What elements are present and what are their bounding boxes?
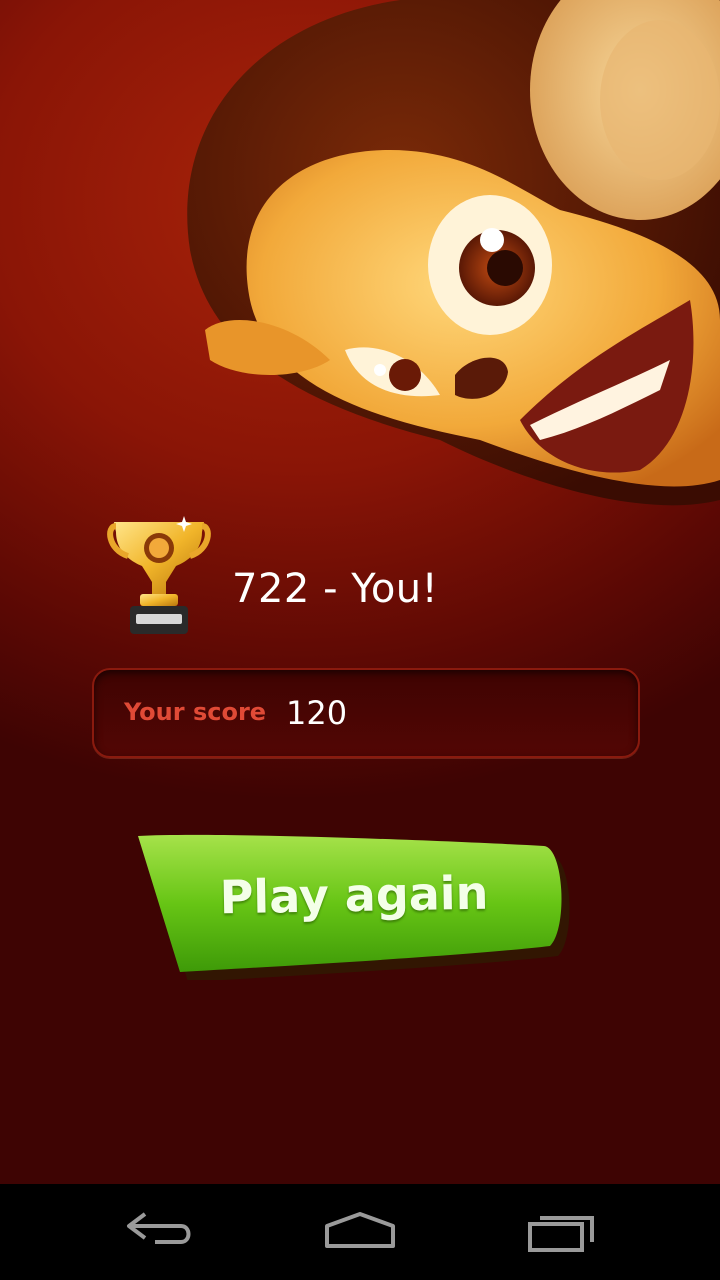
score-value: 120	[286, 694, 348, 732]
score-label: Your score	[124, 698, 267, 726]
score-panel: Your score 120	[92, 668, 640, 758]
play-again-button[interactable]: Play again	[134, 830, 574, 980]
trophy-icon	[107, 516, 211, 634]
leaderboard-rank: 722 - You!	[232, 566, 439, 612]
back-icon	[127, 1212, 191, 1244]
home-button[interactable]	[315, 1202, 405, 1262]
recents-button[interactable]	[518, 1202, 608, 1262]
home-icon	[325, 1212, 395, 1248]
game-over-screen: 722 - You! Your score 120 Play again	[0, 0, 720, 1184]
recents-icon	[528, 1216, 594, 1252]
monkey-mascot-illustration	[187, 0, 720, 506]
android-navigation-bar	[0, 1184, 720, 1280]
back-button[interactable]	[115, 1202, 205, 1262]
play-again-label: Play again	[219, 865, 489, 925]
